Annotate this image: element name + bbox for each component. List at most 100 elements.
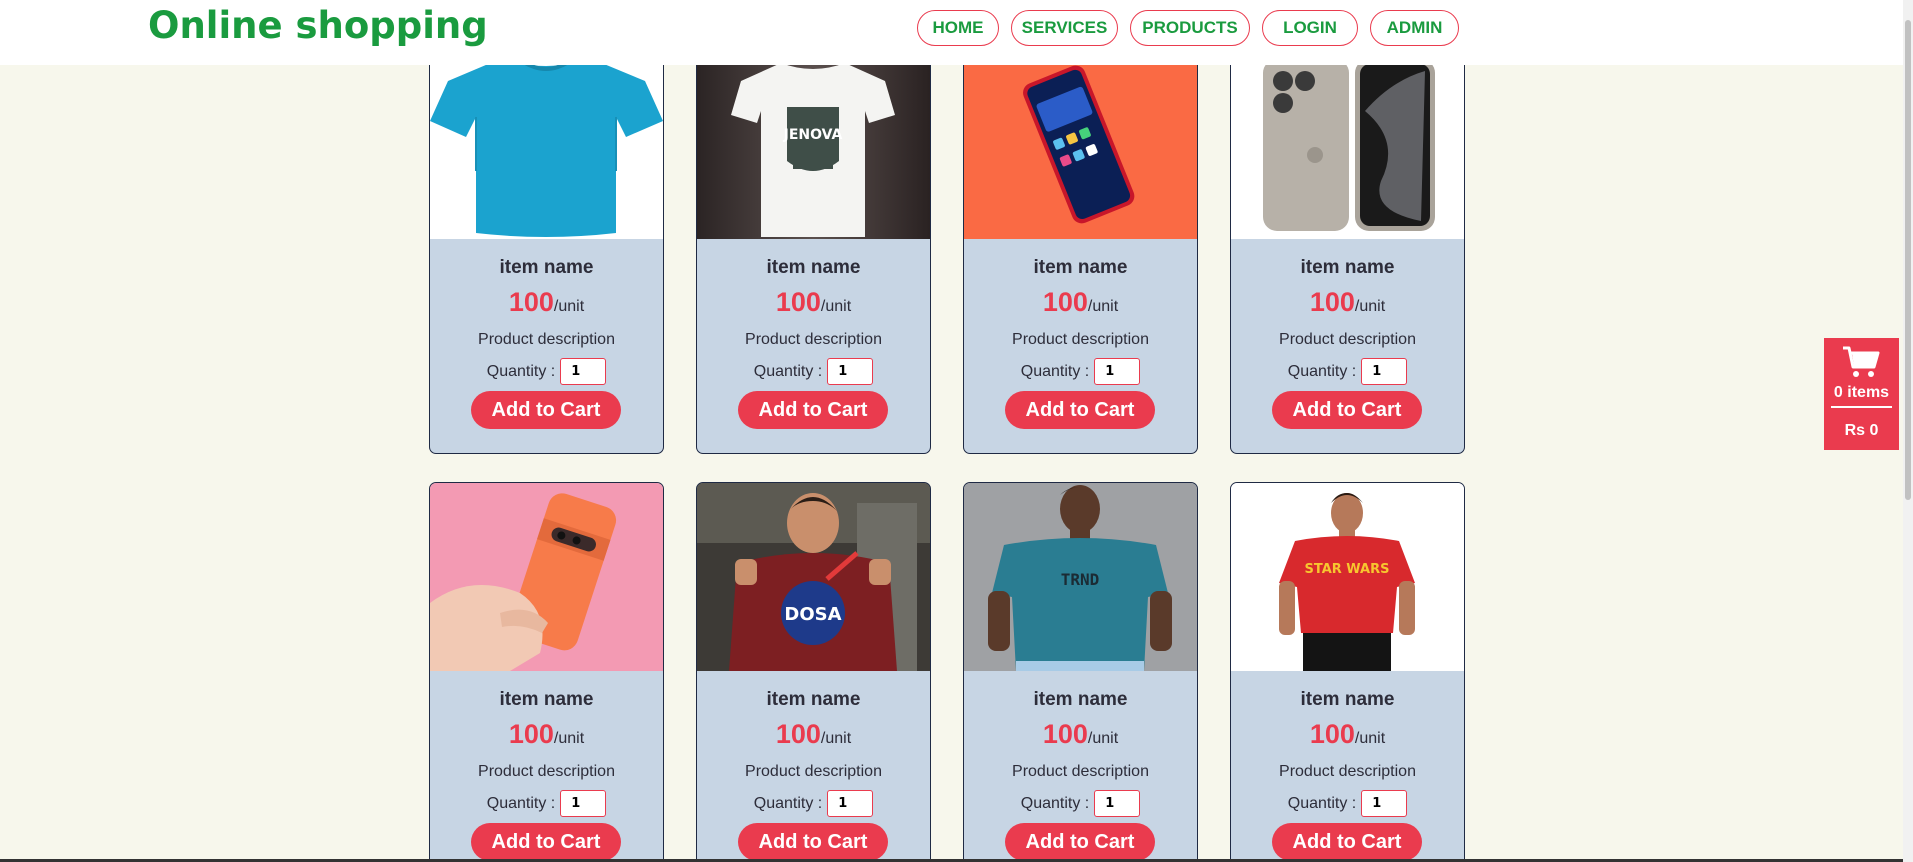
- price-unit: /unit: [1354, 730, 1386, 747]
- product-name: item name: [1300, 689, 1395, 710]
- nav-admin-button[interactable]: ADMIN: [1370, 10, 1459, 46]
- quantity-input[interactable]: [827, 358, 874, 385]
- product-image-red-star-wars-tshirt[interactable]: STAR WARS: [1231, 483, 1464, 671]
- price-unit: /unit: [553, 298, 585, 315]
- product-price: 100: [775, 287, 821, 317]
- product-name: item name: [766, 689, 861, 710]
- quantity-label: Quantity :: [1287, 362, 1357, 380]
- product-card: item name 100/unit Product description Q…: [963, 50, 1198, 454]
- add-to-cart-button[interactable]: Add to Cart: [471, 391, 621, 429]
- product-card: item name 100/unit Product description Q…: [429, 482, 664, 862]
- product-price-row: 100/unit: [1231, 719, 1464, 750]
- product-name: item name: [1033, 689, 1128, 710]
- quantity-row: Quantity :: [430, 358, 663, 385]
- main-nav: HOME SERVICES PRODUCTS LOGIN ADMIN: [917, 10, 1459, 46]
- vertical-scrollbar[interactable]: [1903, 0, 1913, 862]
- quantity-input[interactable]: [827, 790, 874, 817]
- nav-home-button[interactable]: HOME: [917, 10, 999, 46]
- cart-item-count: 0 items: [1833, 384, 1890, 401]
- price-unit: /unit: [820, 730, 852, 747]
- product-price: 100: [508, 719, 554, 749]
- quantity-label: Quantity :: [1020, 362, 1090, 380]
- quantity-input[interactable]: [560, 790, 607, 817]
- product-card: JENOVA item name 100/unit Product descri…: [696, 50, 931, 454]
- price-unit: /unit: [1087, 730, 1119, 747]
- product-name: item name: [1300, 257, 1395, 278]
- add-to-cart-button[interactable]: Add to Cart: [1005, 391, 1155, 429]
- quantity-row: Quantity :: [430, 790, 663, 817]
- cart-widget[interactable]: 0 items Rs 0: [1824, 338, 1899, 450]
- quantity-row: Quantity :: [1231, 790, 1464, 817]
- product-price-row: 100/unit: [1231, 287, 1464, 318]
- price-unit: /unit: [553, 730, 585, 747]
- add-to-cart-button[interactable]: Add to Cart: [1272, 823, 1422, 861]
- product-image-maroon-dosa-tshirt[interactable]: DOSA: [697, 483, 930, 671]
- product-card: STAR WARS item name 100/unit Product des…: [1230, 482, 1465, 862]
- product-image-titanium-iphone[interactable]: [1231, 51, 1464, 239]
- product-image-blue-tshirt[interactable]: [430, 51, 663, 239]
- product-image-white-graphic-tshirt[interactable]: JENOVA: [697, 51, 930, 239]
- product-image-orange-pixel-phone[interactable]: [430, 483, 663, 671]
- quantity-input[interactable]: [1094, 790, 1141, 817]
- product-image-teal-tshirt-model[interactable]: TRND: [964, 483, 1197, 671]
- nav-products-button[interactable]: PRODUCTS: [1130, 10, 1250, 46]
- page: Online shopping HOME SERVICES PRODUCTS L…: [0, 0, 1903, 862]
- quantity-input[interactable]: [1361, 790, 1408, 817]
- product-name: item name: [766, 257, 861, 278]
- product-price-row: 100/unit: [964, 719, 1197, 750]
- price-unit: /unit: [1354, 298, 1386, 315]
- product-description: Product description: [1012, 331, 1149, 348]
- add-to-cart-button[interactable]: Add to Cart: [471, 823, 621, 861]
- quantity-row: Quantity :: [697, 790, 930, 817]
- add-to-cart-button[interactable]: Add to Cart: [1005, 823, 1155, 861]
- quantity-row: Quantity :: [964, 790, 1197, 817]
- product-price: 100: [1042, 719, 1088, 749]
- product-price: 100: [1309, 719, 1355, 749]
- product-price: 100: [775, 719, 821, 749]
- cart-divider: [1831, 406, 1892, 408]
- quantity-label: Quantity :: [1287, 794, 1357, 812]
- product-price-row: 100/unit: [964, 287, 1197, 318]
- product-price-row: 100/unit: [697, 719, 930, 750]
- quantity-input[interactable]: [1361, 358, 1408, 385]
- add-to-cart-button[interactable]: Add to Cart: [738, 823, 888, 861]
- quantity-label: Quantity :: [486, 362, 556, 380]
- product-card: item name 100/unit Product description Q…: [1230, 50, 1465, 454]
- quantity-row: Quantity :: [697, 358, 930, 385]
- price-unit: /unit: [1087, 298, 1119, 315]
- quantity-label: Quantity :: [753, 794, 823, 812]
- price-unit: /unit: [820, 298, 852, 315]
- quantity-row: Quantity :: [964, 358, 1197, 385]
- add-to-cart-button[interactable]: Add to Cart: [738, 391, 888, 429]
- site-header: Online shopping HOME SERVICES PRODUCTS L…: [0, 0, 1903, 65]
- scrollbar-thumb[interactable]: [1905, 20, 1911, 500]
- nav-login-button[interactable]: LOGIN: [1262, 10, 1358, 46]
- tshirt-print-text: TRND: [1061, 570, 1100, 589]
- tshirt-print-text: JENOVA: [783, 127, 843, 143]
- quantity-input[interactable]: [560, 358, 607, 385]
- product-price: 100: [1309, 287, 1355, 317]
- add-to-cart-button[interactable]: Add to Cart: [1272, 391, 1422, 429]
- quantity-label: Quantity :: [753, 362, 823, 380]
- product-image-red-smartphone[interactable]: [964, 51, 1197, 239]
- tshirt-print-text: STAR WARS: [1304, 562, 1389, 577]
- product-price: 100: [508, 287, 554, 317]
- product-price-row: 100/unit: [430, 719, 663, 750]
- quantity-input[interactable]: [1094, 358, 1141, 385]
- product-card: item name 100/unit Product description Q…: [429, 50, 664, 454]
- quantity-row: Quantity :: [1231, 358, 1464, 385]
- product-description: Product description: [478, 763, 615, 780]
- product-price: 100: [1042, 287, 1088, 317]
- brand-logo[interactable]: Online shopping: [148, 4, 488, 47]
- product-card: DOSA item name 100/unit Product descript…: [696, 482, 931, 862]
- product-card: TRND item name 100/unit Product descript…: [963, 482, 1198, 862]
- product-description: Product description: [1279, 763, 1416, 780]
- quantity-label: Quantity :: [486, 794, 556, 812]
- product-name: item name: [499, 689, 594, 710]
- nav-services-button[interactable]: SERVICES: [1011, 10, 1118, 46]
- product-description: Product description: [1012, 763, 1149, 780]
- product-description: Product description: [745, 331, 882, 348]
- product-description: Product description: [745, 763, 882, 780]
- shopping-cart-icon: [1842, 345, 1880, 379]
- quantity-label: Quantity :: [1020, 794, 1090, 812]
